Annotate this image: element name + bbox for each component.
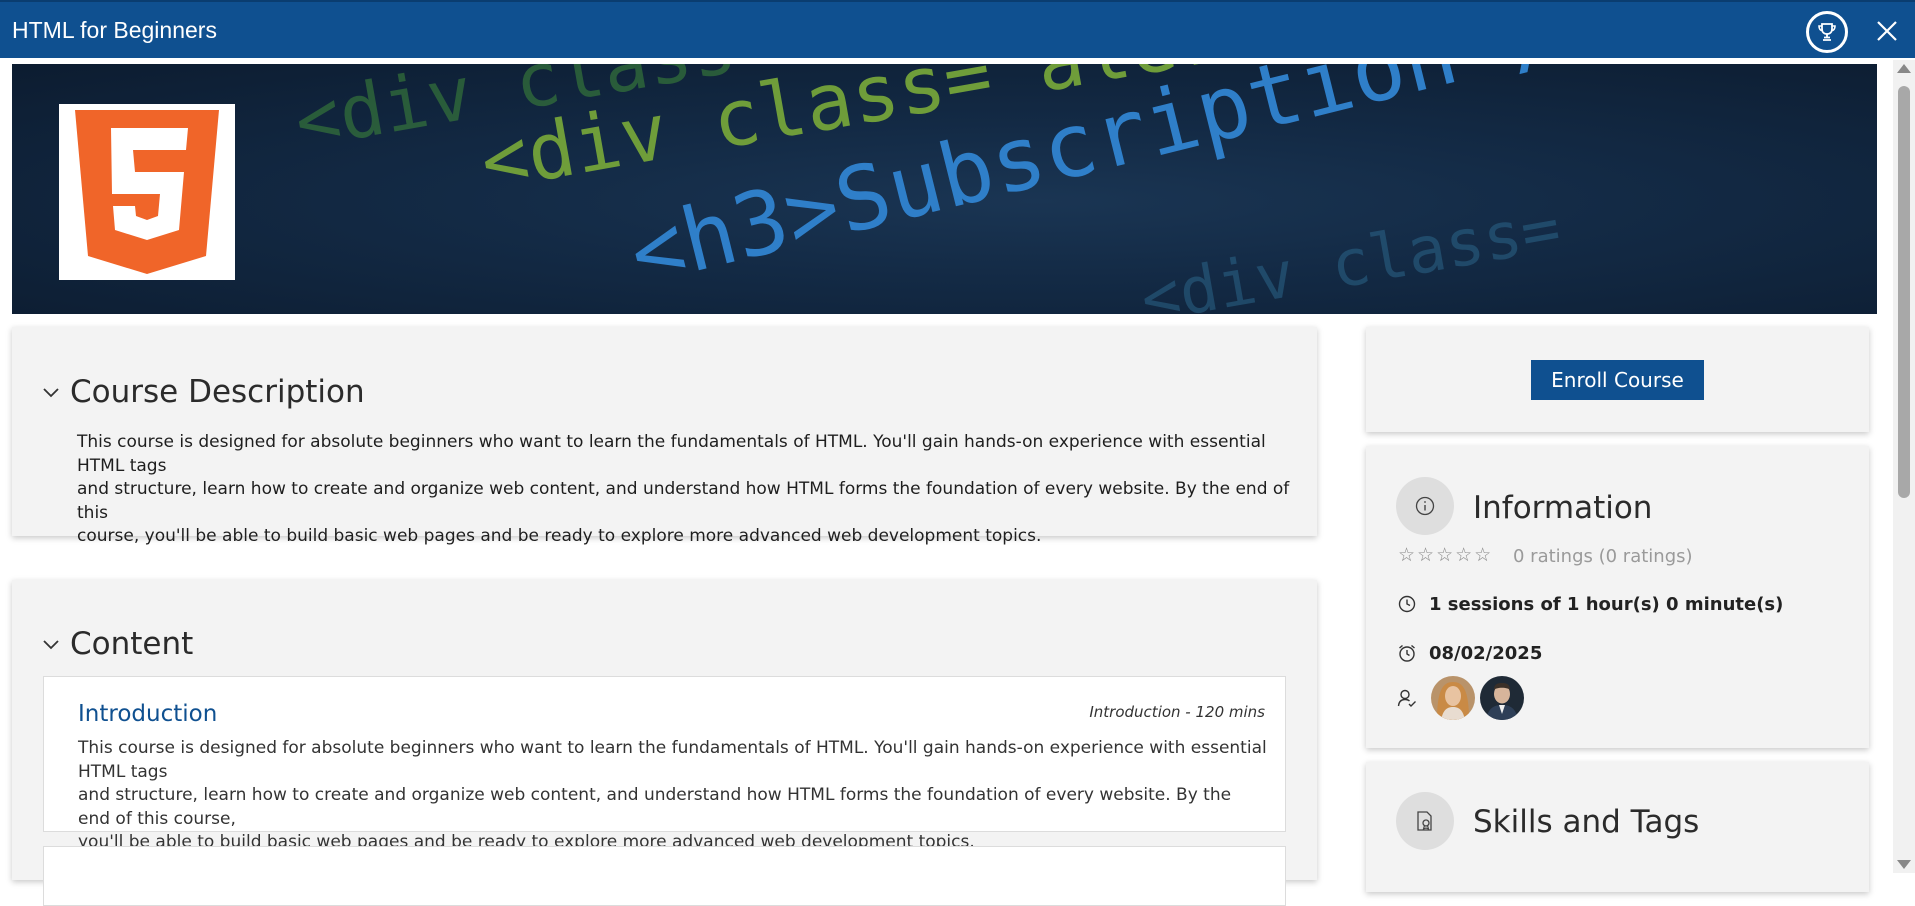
content-title: Content [70,626,194,662]
course-description-title: Course Description [70,374,365,410]
sessions-text: 1 sessions of 1 hour(s) 0 minute(s) [1429,594,1784,615]
avatar[interactable] [1480,676,1524,720]
title-bar: HTML for Beginners [0,0,1915,58]
skills-tags-title: Skills and Tags [1473,804,1700,840]
info-circle [1396,477,1454,535]
rating-stars[interactable]: ☆☆☆☆☆ [1398,544,1493,567]
skills-circle [1396,792,1454,850]
html5-logo [75,110,219,274]
banner-code-line: <div class= [1135,190,1566,314]
course-description-panel: Course Description This course is design… [12,327,1317,546]
course-banner: <div class=" <div class="alert-subscribe… [12,64,1877,314]
window-title: HTML for Beginners [12,17,217,43]
trophy-icon [1818,23,1836,41]
instructors-icon [1397,689,1416,707]
lesson-card[interactable]: Introduction Introduction - 120 mins Thi… [43,676,1286,852]
lesson-title[interactable]: Introduction [78,701,217,727]
lesson-card[interactable] [43,846,1286,906]
avatar-person-2 [1480,676,1524,720]
date-text: 08/02/2025 [1429,643,1543,664]
lesson-meta: Introduction - 120 mins [1089,703,1265,721]
chevron-down-icon[interactable] [43,385,59,401]
chevron-down-icon[interactable] [43,637,59,653]
description-line: This course is designed for absolute beg… [77,432,1266,476]
description-line: course, you'll be able to build basic we… [77,526,1042,546]
lesson-line: This course is designed for absolute beg… [78,738,1267,782]
alarm-clock-icon [1399,644,1415,662]
course-logo [59,104,235,280]
lesson-description: This course is designed for absolute beg… [78,737,1268,855]
trophy-button[interactable] [1806,11,1848,53]
enroll-course-button[interactable]: Enroll Course [1531,360,1704,400]
ratings-text: 0 ratings (0 ratings) [1513,546,1693,567]
vertical-scrollbar[interactable] [1893,60,1915,873]
lesson-line: and structure, learn how to create and o… [78,785,1232,829]
description-line: and structure, learn how to create and o… [77,479,1290,523]
close-button[interactable] [1874,18,1900,44]
close-icon [1877,21,1897,41]
clock-icon [1398,595,1416,613]
avatar[interactable] [1431,676,1475,720]
scroll-up-arrow[interactable] [1897,64,1911,73]
scroll-down-arrow[interactable] [1897,860,1911,869]
certificate-icon [1417,811,1432,831]
info-icon [1415,496,1435,516]
scroll-thumb[interactable] [1898,86,1910,498]
information-title: Information [1473,490,1653,526]
content-panel: Content Introduction Introduction - 120 … [12,580,1317,906]
avatar-person-1 [1431,676,1475,720]
course-description-text: This course is designed for absolute beg… [77,431,1307,549]
